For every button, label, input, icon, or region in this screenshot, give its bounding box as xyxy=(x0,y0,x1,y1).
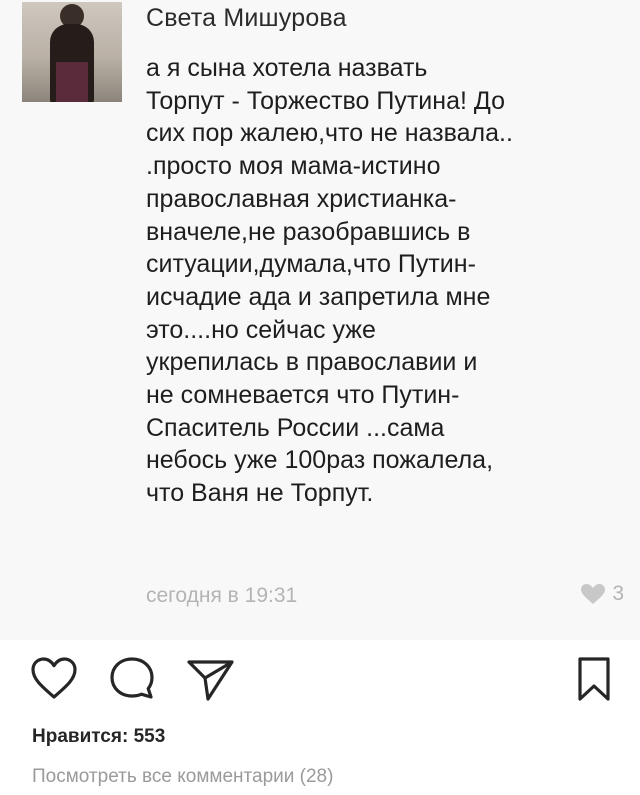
bookmark-button[interactable] xyxy=(576,656,612,707)
comment-text: а я сына хотела назвать Торпут - Торжест… xyxy=(146,54,513,508)
like-button[interactable] xyxy=(30,656,78,705)
heart-icon xyxy=(581,584,606,604)
comment-like-count: 3 xyxy=(612,582,624,605)
avatar-figure-dress xyxy=(56,62,88,102)
likes-count[interactable]: Нравится: 553 xyxy=(32,726,165,748)
comment-button[interactable] xyxy=(108,656,156,705)
share-button[interactable] xyxy=(186,656,236,707)
avatar[interactable] xyxy=(22,2,122,102)
comment-timestamp: сегодня в 19:31 xyxy=(146,584,298,607)
share-icon xyxy=(187,660,234,701)
post-actions xyxy=(0,650,640,710)
heart-icon xyxy=(31,657,77,699)
comment-icon xyxy=(110,657,154,699)
post-image: Света Мишурова а я сына хотела назвать Т… xyxy=(0,0,640,640)
comment-author[interactable]: Света Мишурова xyxy=(146,4,347,33)
comment-like[interactable]: 3 xyxy=(580,582,624,606)
bookmark-icon xyxy=(578,657,610,701)
view-all-comments-link[interactable]: Посмотреть все комментарии (28) xyxy=(32,766,333,788)
